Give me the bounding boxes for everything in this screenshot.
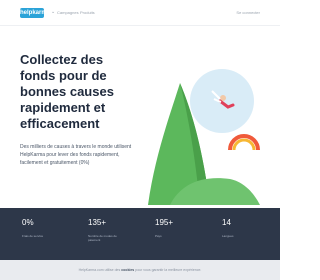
helpkarma-logo[interactable]: helpkarma bbox=[20, 8, 50, 18]
stat-value: 0% bbox=[22, 218, 34, 227]
stat-payment-methods: 135+ Nombre de modes de paiement bbox=[88, 218, 128, 242]
hero-illustration bbox=[148, 69, 260, 205]
top-navbar: helpkarma ⌄ Campagnes Produits Se connec… bbox=[0, 0, 280, 26]
hero-subtitle: Des milliers de causes à travers le mond… bbox=[20, 144, 132, 166]
login-link[interactable]: Se connecter bbox=[236, 10, 260, 15]
cookie-text-after: pour vous garantir la meilleure expérien… bbox=[135, 268, 202, 272]
stat-value: 135+ bbox=[88, 218, 107, 227]
nav-link-campagnes[interactable]: Campagnes bbox=[57, 10, 79, 15]
stats-bar: 0% Frais de service 135+ Nombre de modes… bbox=[0, 208, 280, 260]
stat-service-fee: 0% Frais de service bbox=[22, 218, 62, 238]
stat-label: Langues bbox=[222, 234, 234, 238]
chevron-down-icon[interactable]: ⌄ bbox=[51, 9, 55, 15]
stat-label: Pays bbox=[155, 234, 162, 238]
hero-title: Collectez des fonds pour de bonnes cause… bbox=[20, 52, 114, 131]
stat-countries: 195+ Pays bbox=[155, 218, 195, 238]
stat-value: 14 bbox=[222, 218, 231, 227]
stat-value: 195+ bbox=[155, 218, 174, 227]
stat-languages: 14 Langues bbox=[222, 218, 262, 238]
nav-link-produits[interactable]: Produits bbox=[80, 10, 95, 15]
cookie-banner: HelpKarma.com utilise des cookies pour v… bbox=[0, 260, 280, 280]
stat-label: Nombre de modes de paiement bbox=[88, 234, 117, 242]
cookie-text-before: HelpKarma.com utilise des bbox=[78, 268, 121, 272]
stat-label: Frais de service bbox=[22, 234, 44, 238]
logo-text: helpkarma bbox=[20, 10, 51, 16]
cookie-link[interactable]: cookies bbox=[121, 268, 134, 272]
